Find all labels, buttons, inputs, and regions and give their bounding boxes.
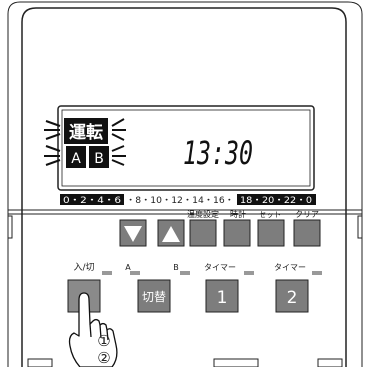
status-label: 運転 [69,122,103,143]
hour-scale-right: 18・20・22・0 [240,196,312,206]
clock-button[interactable] [223,219,251,247]
label-temp-setting: 温度設定 [187,209,219,219]
hour-scale-middle: ・8・10・12・14・16・ [126,196,234,206]
bottom-tab-center [213,358,259,367]
side-notch-left [7,215,13,239]
down-button[interactable] [119,219,147,247]
indicator-a [130,271,140,275]
clear-button[interactable] [293,219,321,247]
label-set: セット [259,210,282,219]
indicator-power [102,271,112,275]
zone-b-label: B [94,151,104,167]
up-button[interactable] [157,219,185,247]
timer-1-number: 1 [217,288,228,308]
zone-a-label: A [71,151,81,167]
temp-setting-button[interactable] [189,219,217,247]
timer-2-number: 2 [287,288,298,308]
controller-diagram: 運転 A B 13:30 0・2・4・6 ・8・10・12・14・16・ 18・… [0,0,368,367]
step-marker-2: ② [97,349,110,367]
set-button[interactable] [257,219,285,247]
label-a: A [125,263,131,272]
label-b: B [173,263,179,272]
bottom-tab-left [27,358,53,367]
side-notch-right [357,215,363,239]
label-power: 入/切 [73,262,94,273]
hour-scale-left: 0・2・4・6 [63,196,121,206]
step-marker-1: ① [97,332,110,350]
indicator-timer-2 [312,271,322,275]
clock-readout: 13:30 [183,134,253,172]
label-timer-1: タイマー [204,263,236,272]
switch-button-label: 切替 [142,290,166,304]
controller-svg: 運転 A B 13:30 0・2・4・6 ・8・10・12・14・16・ 18・… [7,1,363,367]
bottom-tab-right [317,358,343,367]
indicator-b [180,271,190,275]
label-timer-2: タイマー [274,263,306,272]
label-clear: クリア [295,210,319,219]
indicator-timer-1 [244,271,254,275]
label-clock: 時計 [230,209,246,219]
